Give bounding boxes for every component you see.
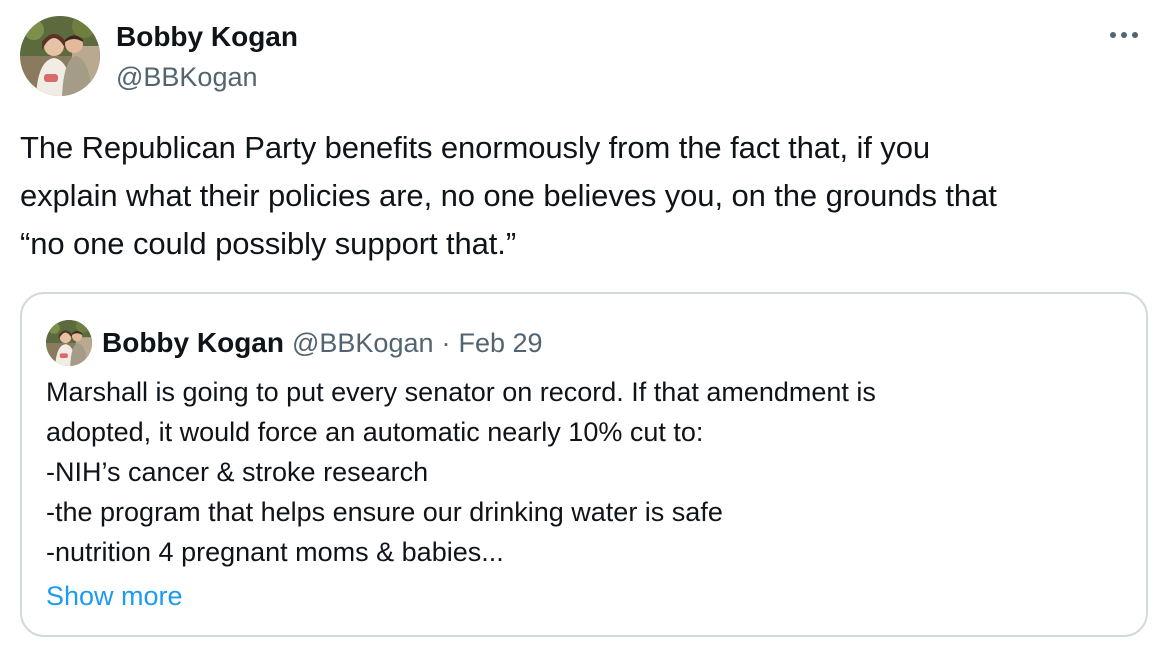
quoted-text-line: Marshall is going to put every senator o… bbox=[46, 377, 876, 407]
author-avatar[interactable] bbox=[20, 16, 100, 96]
quoted-separator: · bbox=[441, 327, 451, 358]
tweet-header: Bobby Kogan @BBKogan bbox=[20, 16, 1142, 96]
quoted-tweet-date[interactable]: Feb 29 bbox=[459, 328, 543, 359]
quoted-tweet-header: Bobby Kogan @BBKogan · Feb 29 bbox=[46, 320, 543, 366]
quoted-tweet-card[interactable]: Bobby Kogan @BBKogan · Feb 29 Marshall i… bbox=[20, 292, 1148, 637]
profile-photo-icon bbox=[46, 320, 92, 366]
quoted-tweet-text: Marshall is going to put every senator o… bbox=[46, 372, 1126, 572]
profile-photo-icon bbox=[20, 16, 100, 96]
author-info: Bobby Kogan @BBKogan bbox=[116, 20, 298, 94]
quoted-text-line: adopted, it would force an automatic nea… bbox=[46, 417, 704, 447]
tweet: Bobby Kogan @BBKogan The Republican Part… bbox=[0, 0, 1162, 648]
show-more-link[interactable]: Show more bbox=[46, 576, 183, 616]
quoted-text-line: -nutrition 4 pregnant moms & babies... bbox=[46, 537, 504, 567]
tweet-text: The Republican Party benefits enormously… bbox=[20, 130, 997, 261]
quoted-text-line: -NIH’s cancer & stroke research bbox=[46, 457, 429, 487]
quoted-text-line: -the program that helps ensure our drink… bbox=[46, 497, 723, 527]
more-horizontal-icon bbox=[1110, 32, 1138, 38]
quoted-author-display-name: Bobby Kogan bbox=[102, 327, 284, 358]
quoted-author-avatar bbox=[46, 320, 92, 366]
quoted-author-handle: @BBKogan bbox=[292, 327, 434, 358]
more-options-button[interactable] bbox=[1106, 20, 1142, 50]
author-display-name[interactable]: Bobby Kogan bbox=[116, 20, 298, 54]
author-handle[interactable]: @BBKogan bbox=[116, 60, 298, 94]
